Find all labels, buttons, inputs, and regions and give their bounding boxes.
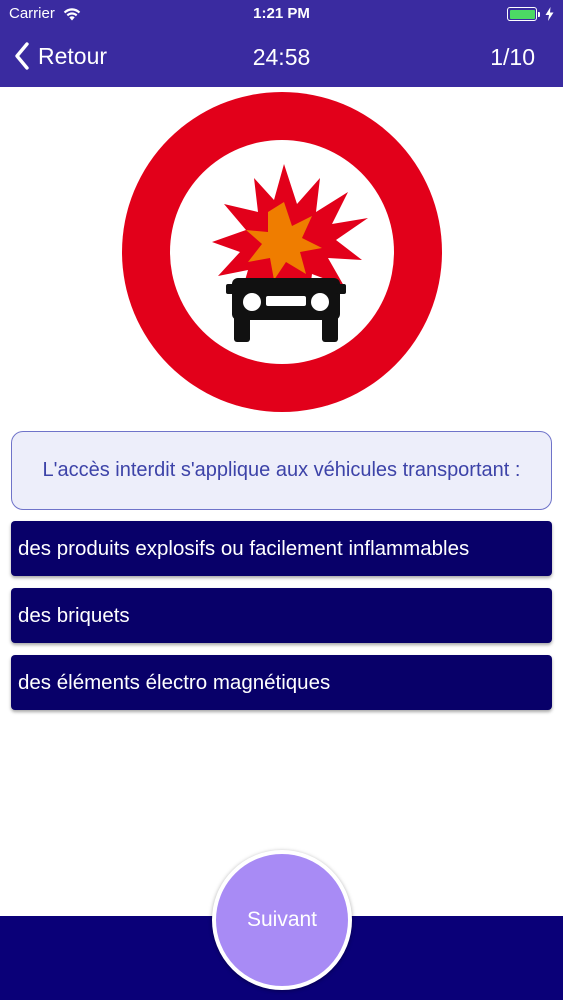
- next-button-label: Suivant: [246, 908, 318, 931]
- battery-tip: [538, 11, 540, 17]
- nav-bar: Retour 24:58 1/10: [0, 30, 563, 87]
- answer-option-1[interactable]: des produits explosifs ou facilement inf…: [11, 521, 552, 576]
- battery-fill: [509, 9, 535, 19]
- battery-indicator: [507, 7, 554, 21]
- question-text: L'accès interdit s'applique aux véhicule…: [11, 431, 552, 510]
- answer-option-3[interactable]: des éléments électro magnétiques: [11, 655, 552, 710]
- battery-icon: [507, 7, 537, 21]
- status-time: 1:21 PM: [253, 5, 310, 22]
- question-progress: 1/10: [490, 44, 535, 70]
- quiz-timer: 24:58: [252, 44, 311, 70]
- next-button[interactable]: Suivant: [212, 850, 352, 990]
- bolt-icon: [545, 7, 554, 21]
- quiz-screen: Carrier 1:21 PM Retour 24:58 1/10 L'accè…: [0, 0, 563, 1000]
- status-bar: Carrier 1:21 PM: [0, 0, 563, 30]
- answer-option-2[interactable]: des briquets: [11, 588, 552, 643]
- no-explosives-sign-icon: [122, 92, 442, 412]
